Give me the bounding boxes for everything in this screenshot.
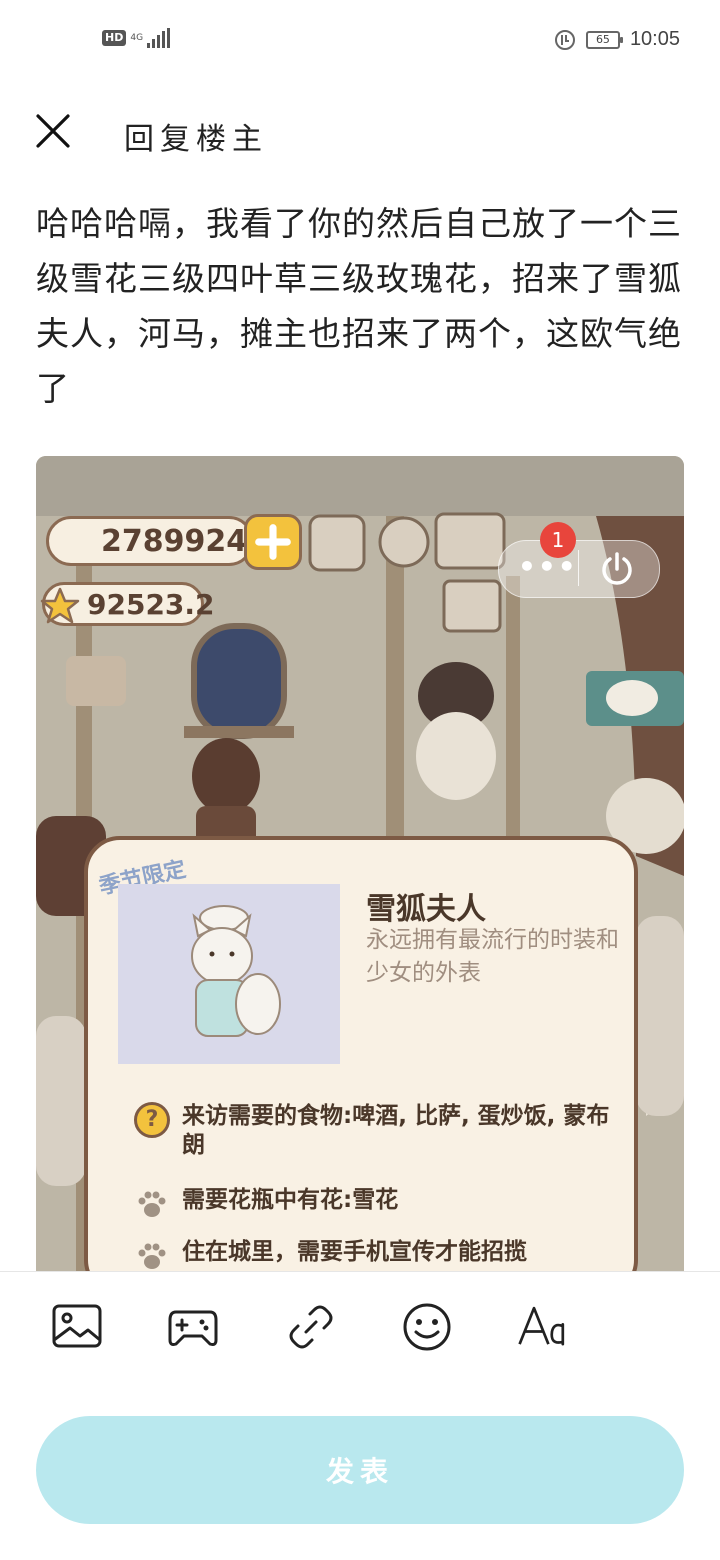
character-info-card: 季节限定 雪狐夫人 永远拥有最流行的时装和少女的外表 ? 来访需要的食物:啤酒,… xyxy=(84,836,638,1271)
page-title: 回复楼主 xyxy=(124,122,268,157)
top-nav: 回复楼主 xyxy=(0,100,720,164)
requirement-text: 需要花瓶中有花:雪花 xyxy=(182,1187,399,1213)
data-saver-icon xyxy=(554,29,575,50)
status-bar: HD 4G 65 10:05 xyxy=(0,0,720,84)
add-currency-button[interactable] xyxy=(244,514,302,570)
power-icon[interactable] xyxy=(598,550,636,588)
character-description: 永远拥有最流行的时装和少女的外表 xyxy=(366,927,619,986)
snow-fox-portrait xyxy=(118,884,340,1064)
question-icon: ? xyxy=(134,1102,170,1138)
reply-text-area[interactable]: 哈哈哈嗝，我看了你的然后自己放了一个三级雪花三级四叶草三级玫瑰花，招来了雪狐夫人… xyxy=(36,196,690,416)
star-icon xyxy=(40,587,80,624)
requirement-text: 住在城里，需要手机宣传才能招揽 xyxy=(182,1239,527,1265)
requirement-row: 需要花瓶中有花:雪花 xyxy=(134,1186,622,1222)
battery-icon: 65 xyxy=(585,30,623,49)
image-icon[interactable] xyxy=(50,1300,104,1354)
status-left: HD 4G xyxy=(102,28,171,48)
status-right: 65 10:05 xyxy=(554,28,680,51)
fish-count: 2789924 xyxy=(101,523,248,559)
fish-counter: 2789924 xyxy=(46,516,254,566)
publish-button[interactable]: 发表 xyxy=(36,1416,684,1524)
close-icon[interactable] xyxy=(34,112,72,150)
requirement-row: ? 来访需要的食物:啤酒, 比萨, 蛋炒饭, 蒙布朗 xyxy=(134,1102,622,1160)
link-icon[interactable] xyxy=(284,1300,338,1354)
text-format-icon[interactable] xyxy=(516,1300,570,1354)
star-count: 92523.2 xyxy=(87,587,215,621)
signal-icon xyxy=(147,28,171,48)
notification-badge: 1 xyxy=(540,522,576,558)
attached-image[interactable]: 2789924 92523.2 ••• 1 季节限定 雪狐夫人 永远拥有最流行的… xyxy=(36,456,684,1271)
network-type: 4G xyxy=(130,32,144,43)
menu-divider xyxy=(578,550,579,586)
requirement-text: 来访需要的食物:啤酒, 比萨, 蛋炒饭, 蒙布朗 xyxy=(182,1103,610,1158)
requirement-row: 住在城里，需要手机宣传才能招揽 xyxy=(134,1238,622,1271)
paw-icon xyxy=(138,1243,166,1269)
emoji-icon[interactable] xyxy=(400,1300,454,1354)
compose-toolbar xyxy=(0,1300,720,1356)
clock: 10:05 xyxy=(629,28,680,50)
hd-badge: HD xyxy=(102,30,127,46)
character-name: 雪狐夫人 xyxy=(366,892,486,927)
toolbar-divider xyxy=(0,1271,720,1272)
gamepad-icon[interactable] xyxy=(166,1300,220,1354)
paw-icon xyxy=(138,1191,166,1217)
